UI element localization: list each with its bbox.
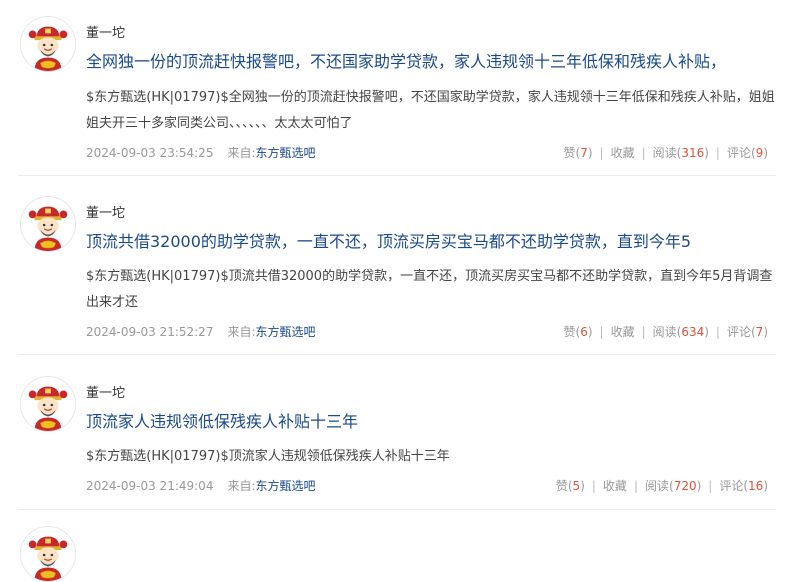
post-divider — [18, 175, 776, 176]
post-divider — [18, 354, 776, 355]
collect-button[interactable]: 收藏 — [611, 146, 635, 160]
source-link[interactable]: 东方甄选吧 — [256, 325, 316, 339]
comment-count: 9 — [755, 146, 764, 160]
comment-count: 7 — [755, 325, 764, 339]
like-button[interactable]: 赞(5) — [556, 479, 585, 493]
comment-count: 16 — [748, 479, 764, 493]
separator: | — [591, 479, 596, 493]
like-button[interactable]: 赞(6) — [563, 325, 592, 339]
read-label: 阅读 — [652, 325, 677, 339]
collect-button[interactable]: 收藏 — [603, 479, 627, 493]
comment-button[interactable]: 评论(7) — [727, 325, 768, 339]
separator: | — [599, 146, 604, 160]
author-name[interactable]: 董一坨 — [86, 385, 125, 403]
author-avatar[interactable] — [20, 376, 76, 432]
post-meta: 2024-09-03 23:54:25 来自:东方甄选吧 — [86, 144, 316, 162]
avatar-image-icon — [21, 527, 75, 581]
read-count: 720 — [673, 479, 697, 493]
post-meta: 2024-09-03 21:49:04 来自:东方甄选吧 — [86, 477, 316, 495]
separator: | — [641, 325, 646, 339]
post-time: 2024-09-03 21:49:04 — [86, 479, 214, 493]
comment-button[interactable]: 评论(9) — [727, 146, 768, 160]
post-time: 2024-09-03 21:52:27 — [86, 325, 214, 339]
post-actions: 赞(5) | 收藏 | 阅读(720) | 评论(16) — [556, 477, 768, 495]
post-actions: 赞(7) | 收藏 | 阅读(316) | 评论(9) — [563, 144, 768, 162]
avatar-image-icon — [21, 377, 75, 431]
like-label: 赞 — [563, 325, 576, 339]
like-count: 7 — [580, 146, 588, 160]
separator: | — [641, 146, 646, 160]
avatar-image-icon — [21, 197, 75, 251]
post-body: $东方甄选(HK|01797)$顶流共借32000的助学贷款，一直不还，顶流买房… — [86, 269, 773, 310]
author-avatar[interactable] — [20, 16, 76, 72]
comment-label: 评论 — [726, 325, 751, 339]
read-count-link[interactable]: 阅读(316) — [653, 146, 709, 160]
separator: | — [715, 325, 720, 339]
separator: | — [599, 325, 604, 339]
read-count-link[interactable]: 阅读(720) — [645, 479, 701, 493]
separator: | — [715, 146, 720, 160]
read-label: 阅读 — [644, 479, 669, 493]
source-link[interactable]: 东方甄选吧 — [256, 146, 316, 160]
like-count: 5 — [572, 479, 581, 493]
post-actions: 赞(6) | 收藏 | 阅读(634) | 评论(7) — [563, 323, 768, 341]
read-count: 634 — [681, 325, 705, 339]
read-count: 316 — [681, 146, 705, 160]
collect-button[interactable]: 收藏 — [611, 325, 635, 339]
post-title[interactable]: 全网独一份的顶流赶快报警吧，不还国家助学贷款，家人违规领十三年低保和残疾人补贴， — [86, 51, 776, 73]
like-label: 赞 — [555, 479, 568, 493]
post-meta: 2024-09-03 21:52:27 来自:东方甄选吧 — [86, 323, 316, 341]
post-body: $东方甄选(HK|01797)$全网独一份的顶流赶快报警吧，不还国家助学贷款，家… — [86, 90, 775, 131]
author-avatar[interactable] — [20, 526, 76, 582]
author-avatar[interactable] — [20, 196, 76, 252]
comment-label: 评论 — [719, 479, 744, 493]
read-count-link[interactable]: 阅读(634) — [653, 325, 709, 339]
source-label: 来自: — [227, 146, 256, 160]
like-button[interactable]: 赞(7) — [563, 146, 592, 160]
source-link[interactable]: 东方甄选吧 — [256, 479, 316, 493]
author-name[interactable]: 董一坨 — [86, 205, 125, 223]
comment-button[interactable]: 评论(16) — [719, 479, 768, 493]
post-title[interactable]: 顶流家人违规领低保残疾人补贴十三年 — [86, 411, 776, 433]
post-title[interactable]: 顶流共借32000的助学贷款，一直不还，顶流买房买宝马都不还助学贷款，直到今年5 — [86, 231, 776, 253]
comment-label: 评论 — [726, 146, 751, 160]
like-label: 赞 — [563, 146, 576, 160]
post-time: 2024-09-03 23:54:25 — [86, 146, 214, 160]
post-divider — [18, 509, 776, 510]
separator: | — [708, 479, 713, 493]
avatar-image-icon — [21, 17, 75, 71]
read-label: 阅读 — [652, 146, 677, 160]
source-label: 来自: — [227, 479, 256, 493]
author-name[interactable]: 董一坨 — [86, 25, 125, 43]
separator: | — [633, 479, 638, 493]
post-body: $东方甄选(HK|01797)$顶流家人违规领低保残疾人补贴十三年 — [86, 449, 450, 464]
like-count: 6 — [580, 325, 588, 339]
source-label: 来自: — [227, 325, 256, 339]
